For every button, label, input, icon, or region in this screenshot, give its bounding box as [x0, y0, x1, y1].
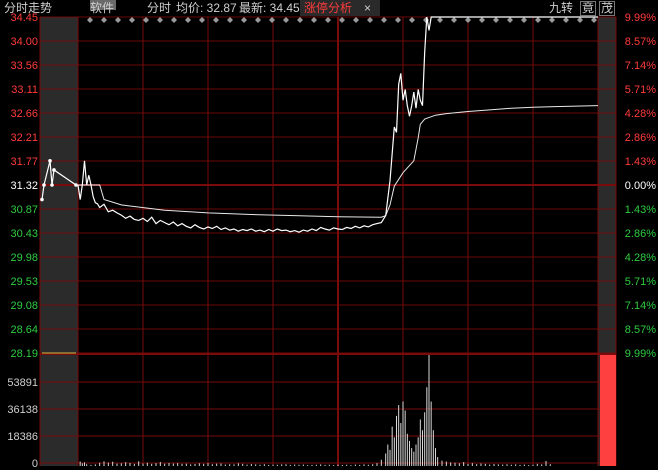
limit-marker-icon: [269, 17, 275, 23]
limit-marker-icon: [479, 17, 485, 23]
limit-marker-icon: [101, 17, 107, 23]
percent-tick-label: 7.14%: [625, 300, 656, 312]
price-tick-label: 28.64: [10, 324, 38, 336]
intraday-chart[interactable]: 34.45 34.00 33.56 33.11 32.66 32.21 31.77 31.32…: [0, 0, 658, 470]
percent-tick-label: 1.43%: [625, 204, 656, 216]
auction-point: [48, 159, 52, 163]
percent-tick-label: 8.57%: [625, 36, 656, 48]
limit-marker-icon: [297, 17, 303, 23]
limit-marker-icon: [535, 17, 541, 23]
price-tick-label: 32.66: [10, 108, 38, 120]
percent-tick-label: 9.99%: [625, 12, 656, 24]
price-tick-label: 33.11: [11, 84, 38, 96]
auction-point: [42, 183, 46, 187]
limit-marker-icon: [521, 17, 527, 23]
percent-tick-label: 0.00%: [625, 180, 656, 192]
percent-tick-label: 5.71%: [625, 84, 656, 96]
limit-marker-icon: [563, 17, 569, 23]
limit-marker-icon: [353, 17, 359, 23]
limit-marker-icon: [549, 17, 555, 23]
limit-marker-icon: [255, 17, 261, 23]
volume-tick-label: 18386: [7, 431, 38, 443]
limit-marker-icon: [311, 17, 317, 23]
limit-marker-icon: [185, 17, 191, 23]
limit-marker-icon: [367, 17, 373, 23]
percent-tick-label: 8.57%: [625, 324, 656, 336]
limit-marker-icon: [199, 17, 205, 23]
percent-tick-label: 4.28%: [625, 252, 656, 264]
price-tick-label: 29.98: [10, 252, 38, 264]
price-tick-label: 34.45: [10, 12, 38, 24]
limit-marker-icon: [325, 17, 331, 23]
percent-tick-label: 9.99%: [625, 348, 656, 360]
price-tick-label: 30.87: [10, 204, 38, 216]
percent-tick-label: 5.71%: [625, 276, 656, 288]
limit-marker-icon: [157, 17, 163, 23]
limit-marker-icon: [87, 17, 93, 23]
left-gutter: [40, 17, 78, 466]
limit-marker-icon: [409, 17, 415, 23]
price-tick-label: 28.19: [10, 348, 38, 360]
limit-marker-icon: [129, 17, 135, 23]
auction-point: [50, 183, 54, 187]
price-tick-label: 30.43: [10, 228, 38, 240]
limit-marker-icon: [227, 17, 233, 23]
limit-marker-icon: [465, 17, 471, 23]
volume-tick-label: 0: [32, 458, 38, 470]
limit-marker-icon: [437, 17, 443, 23]
price-tick-label: 31.77: [10, 156, 38, 168]
price-tick-label: 29.53: [10, 276, 38, 288]
price-tick-label: 31.32: [10, 180, 38, 192]
auction-point: [52, 168, 56, 172]
limit-marker-icon: [493, 17, 499, 23]
limit-marker-icon: [241, 17, 247, 23]
limit-marker-icon: [577, 17, 583, 23]
price-tick-label: 33.56: [10, 60, 38, 72]
limit-marker-icon: [395, 17, 401, 23]
price-tick-label: 29.08: [10, 300, 38, 312]
price-tick-label: 34.00: [10, 36, 38, 48]
limit-marker-icon: [507, 17, 513, 23]
limit-marker-icon: [591, 17, 597, 23]
auction-point: [40, 197, 44, 202]
volume-tick-label: 36138: [7, 404, 38, 416]
limit-marker-icon: [381, 17, 387, 23]
limit-marker-icon: [143, 17, 149, 23]
volume-bars: [79, 355, 551, 466]
limit-marker-icon: [339, 17, 345, 23]
limit-marker-icon: [171, 17, 177, 23]
percent-tick-label: 2.86%: [625, 228, 656, 240]
auction-point: [74, 183, 78, 187]
limit-marker-icon: [213, 17, 219, 23]
limit-marker-icon: [115, 17, 121, 23]
price-tick-label: 32.21: [10, 132, 38, 144]
limit-up-volume-bar: [600, 355, 616, 466]
limit-marker-icon: [451, 17, 457, 23]
limit-marker-icon: [283, 17, 289, 23]
percent-tick-label: 2.86%: [625, 132, 656, 144]
percent-tick-label: 1.43%: [625, 156, 656, 168]
volume-tick-label: 53891: [7, 377, 38, 389]
percent-tick-label: 4.28%: [625, 108, 656, 120]
percent-tick-label: 7.14%: [625, 60, 656, 72]
